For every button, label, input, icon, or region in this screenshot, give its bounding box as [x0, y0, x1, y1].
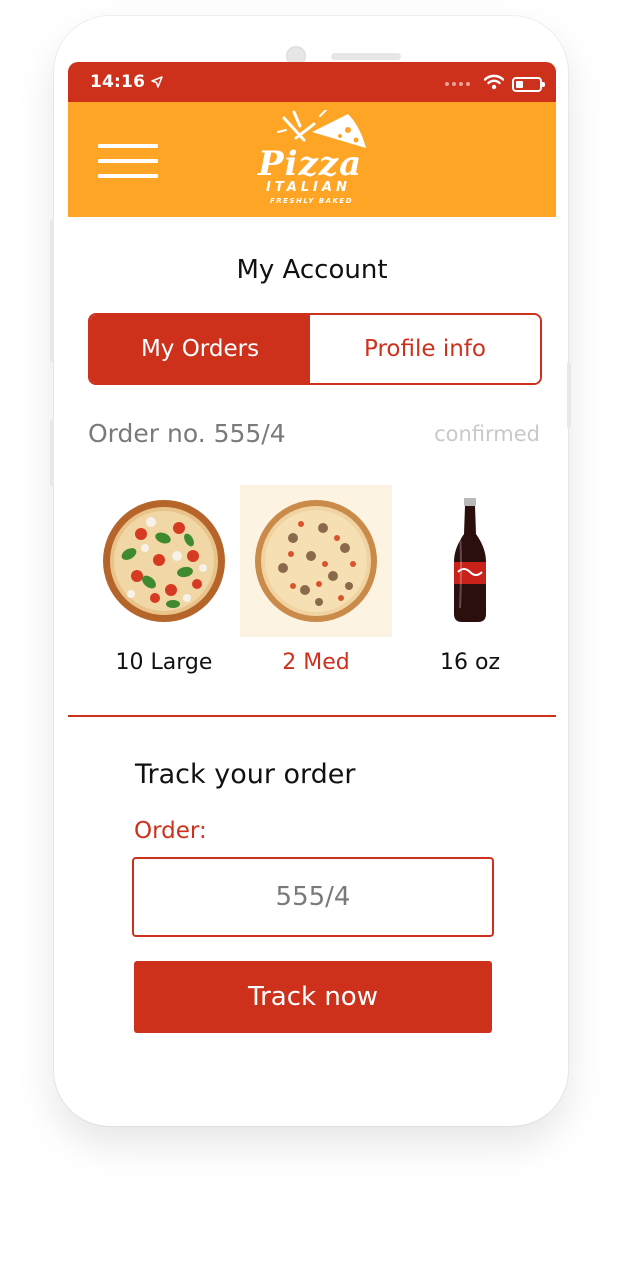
status-bar: 14:16: [68, 62, 556, 102]
cola-bottle-image: [394, 485, 546, 637]
page-title: My Account: [236, 255, 388, 285]
logo-word-italian: ITALIAN: [266, 180, 351, 195]
order-number-input[interactable]: [132, 857, 494, 937]
item-quantity-label: 10 Large: [115, 650, 213, 675]
wifi-icon: [483, 74, 505, 94]
logo-word-pizza: Pizza: [258, 144, 363, 184]
order-item[interactable]: 2 Med: [240, 485, 392, 685]
mute-switch: [50, 420, 54, 486]
status-time: 14:16: [90, 72, 146, 92]
item-quantity-label: 2 Med: [282, 650, 350, 675]
order-status: confirmed: [434, 422, 540, 446]
signal-dots-icon: [445, 82, 470, 86]
order-number: Order no. 555/4: [88, 419, 286, 448]
pizza-margherita-image: [88, 485, 240, 637]
volume-button: [50, 220, 54, 362]
order-items: 10 Large 2 Med 16 oz: [88, 485, 548, 685]
power-button: [567, 362, 571, 428]
location-arrow-icon: [151, 73, 163, 92]
battery-icon: [512, 76, 545, 92]
app-screen: 14:16 Pizza ITALIAN FRESHLY BAKED My Acc…: [68, 62, 556, 1112]
tab-profile-info[interactable]: Profile info: [310, 315, 540, 383]
track-now-button[interactable]: Track now: [134, 961, 492, 1033]
order-item[interactable]: 10 Large: [88, 485, 240, 685]
section-divider: [68, 715, 556, 717]
app-header: Pizza ITALIAN FRESHLY BAKED: [68, 102, 556, 217]
tab-my-orders[interactable]: My Orders: [90, 315, 310, 383]
hamburger-menu-icon[interactable]: [98, 144, 158, 178]
account-tabs: My Orders Profile info: [88, 313, 542, 385]
pizza-logo: Pizza ITALIAN FRESHLY BAKED: [256, 110, 372, 210]
order-item[interactable]: 16 oz: [394, 485, 546, 685]
track-title: Track your order: [135, 759, 356, 790]
pizza-mushroom-image: [240, 485, 392, 637]
item-quantity-label: 16 oz: [440, 650, 500, 675]
order-field-label: Order:: [134, 818, 207, 844]
earpiece-speaker: [331, 53, 401, 60]
order-header: Order no. 555/4 confirmed: [88, 419, 540, 455]
logo-tagline: FRESHLY BAKED: [270, 197, 353, 205]
